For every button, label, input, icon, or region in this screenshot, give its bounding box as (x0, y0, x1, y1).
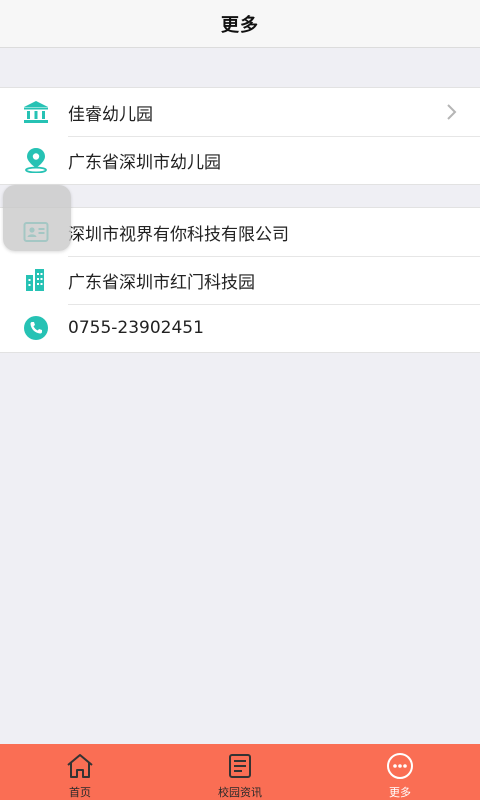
company-address-row: 广东省深圳市红门科技园 (0, 256, 480, 304)
building-icon (22, 267, 50, 293)
company-address: 广东省深圳市红门科技园 (68, 272, 255, 293)
tab-bar: 首页 校园资讯 更多 (0, 744, 480, 800)
company-phone-row[interactable]: 0755-23902451 (0, 304, 480, 352)
tab-campus-news[interactable]: 校园资讯 (190, 744, 290, 800)
school-name-row[interactable]: 佳睿幼儿园 (0, 88, 480, 136)
more-icon (385, 751, 415, 781)
school-address-row: 广东省深圳市幼儿园 (0, 136, 480, 184)
location-pin-icon (22, 147, 50, 173)
nav-bar: 更多 (0, 0, 480, 48)
company-name-row: 深圳市视界有你科技有限公司 (0, 208, 480, 256)
tab-more[interactable]: 更多 (350, 744, 450, 800)
bank-icon (22, 99, 50, 125)
tab-home-label: 首页 (69, 786, 91, 799)
tab-home[interactable]: 首页 (30, 744, 130, 800)
tab-campus-news-label: 校园资讯 (218, 786, 262, 799)
company-name: 深圳市视界有你科技有限公司 (68, 224, 289, 245)
school-address: 广东省深圳市幼儿园 (68, 152, 221, 173)
phone-icon (22, 315, 50, 341)
company-phone: 0755-23902451 (68, 318, 204, 338)
tab-more-label: 更多 (389, 786, 411, 799)
page-title: 更多 (221, 14, 259, 36)
news-icon (225, 751, 255, 781)
school-name: 佳睿幼儿园 (68, 104, 153, 125)
floating-assistive-button[interactable] (3, 185, 71, 251)
home-icon (65, 751, 95, 781)
company-info-group: 深圳市视界有你科技有限公司 广东省深圳市红门科技园 0755-23902451 (0, 207, 480, 353)
school-info-group: 佳睿幼儿园 广东省深圳市幼儿园 (0, 87, 480, 185)
chevron-right-icon (446, 102, 458, 122)
